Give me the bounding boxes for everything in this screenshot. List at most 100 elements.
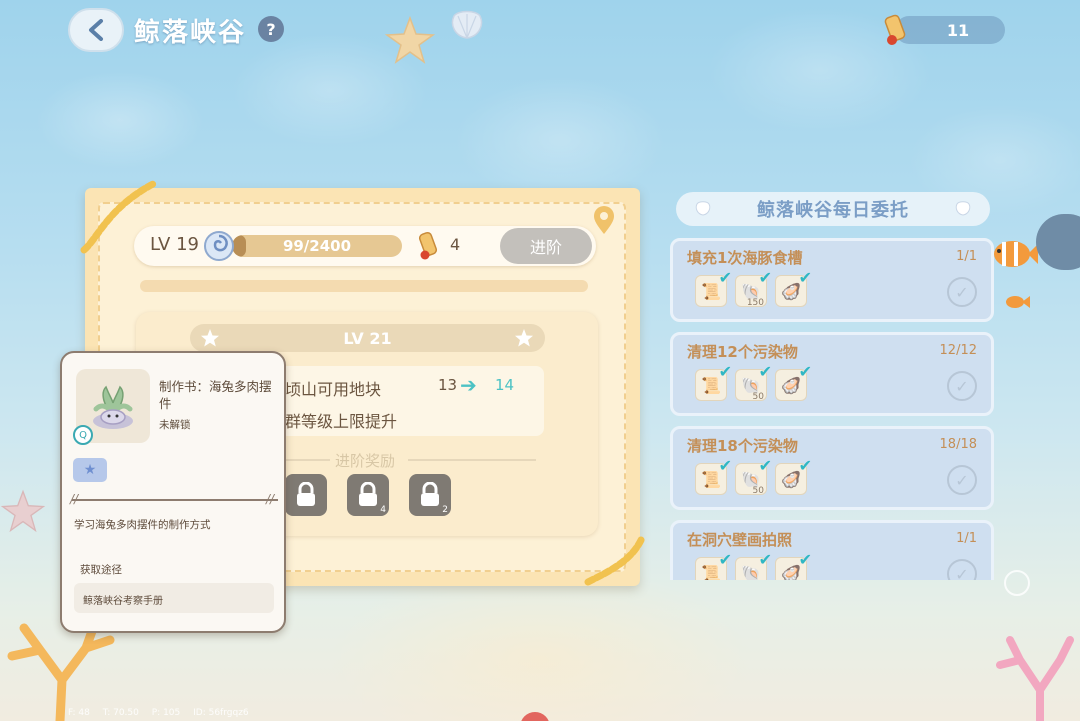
advance-button[interactable]: 进阶 bbox=[500, 228, 592, 264]
complete-check-icon: ✓ bbox=[947, 559, 977, 580]
quest-progress: 1/1 bbox=[956, 531, 977, 546]
quest-list-title: 鲸落峡谷每日委托 bbox=[757, 200, 909, 221]
back-button[interactable] bbox=[68, 8, 124, 52]
starfish-left-icon bbox=[0, 489, 46, 533]
item-description: 学习海兔多肉摆件的制作方式 bbox=[74, 519, 211, 531]
scroll-count: 4 bbox=[450, 235, 461, 254]
quest-card[interactable]: 填充1次海豚食槽 1/1 📜 ✔ 🐚 ✔ 150 🦪 ✔ ✓ bbox=[670, 238, 994, 322]
tooltip-divider bbox=[72, 499, 278, 501]
complete-check-icon: ✓ bbox=[947, 465, 977, 495]
quest-reward[interactable]: 🦪 ✔ bbox=[775, 456, 812, 495]
quest-name: 清理18个污染物 bbox=[687, 437, 798, 455]
star-tag-icon: ★ bbox=[73, 458, 107, 482]
source-entry-text: 鲸落峡谷考察手册 bbox=[83, 596, 163, 607]
check-icon: ✔ bbox=[798, 362, 812, 381]
check-icon: ✔ bbox=[718, 550, 732, 569]
scroll-currency-count: 11 bbox=[946, 20, 970, 40]
item-name: 制作书：海兔多肉摆件 bbox=[159, 379, 272, 411]
rope-decoration-right-icon bbox=[584, 534, 646, 586]
quest-reward[interactable]: 🦪 ✔ bbox=[775, 362, 812, 401]
quest-reward[interactable]: 🦪 ✔ bbox=[775, 550, 812, 580]
rock-decoration bbox=[1036, 214, 1080, 270]
scroll-currency-icon bbox=[884, 14, 906, 45]
clownfish-icon bbox=[994, 241, 1038, 267]
check-icon: ✔ bbox=[758, 456, 772, 475]
quest-reward[interactable]: 📜 ✔ bbox=[695, 362, 732, 401]
quest-card[interactable]: 清理12个污染物 12/12 📜 ✔ 🐚 ✔ 50 🦪 ✔ ✓ bbox=[670, 332, 994, 416]
arrow-right-icon: ➔ bbox=[460, 373, 477, 397]
quest-reward[interactable]: 📜 ✔ bbox=[695, 268, 732, 307]
check-icon: ✔ bbox=[758, 268, 772, 287]
rewards-title: 进阶奖励 bbox=[335, 452, 396, 470]
starfish-icon bbox=[384, 15, 436, 64]
star-left-icon bbox=[201, 329, 219, 347]
shell-exp-icon bbox=[204, 231, 234, 261]
source-title: 获取途径 bbox=[80, 564, 122, 576]
debug-info: F: 48 T: 70.50 P: 105 ID: 56frgqz6 bbox=[68, 708, 259, 718]
upgrade-from-value: 13 bbox=[438, 376, 458, 394]
reward-count: 50 bbox=[752, 486, 764, 496]
chevron-left-icon bbox=[89, 19, 103, 41]
rewards-divider-right bbox=[408, 459, 536, 461]
debug-p: P: 105 bbox=[151, 708, 181, 718]
rewards-divider-left bbox=[282, 459, 330, 461]
reward-slot[interactable] bbox=[285, 474, 327, 516]
map-pin-icon bbox=[594, 206, 614, 234]
reward-slot[interactable]: 4 bbox=[347, 474, 389, 516]
shell-right-icon bbox=[955, 201, 971, 216]
reward-count: 2 bbox=[442, 505, 448, 515]
help-button[interactable]: ? bbox=[258, 16, 284, 42]
exp-text: 99/2400 bbox=[282, 237, 352, 255]
reward-count: 4 bbox=[380, 505, 386, 515]
quest-progress: 1/1 bbox=[956, 249, 977, 264]
upgrade-item-1: 顷山可用地块 bbox=[285, 380, 382, 399]
shell-decoration-icon bbox=[451, 10, 483, 39]
scroll-icon bbox=[418, 231, 438, 260]
quest-reward[interactable]: 🐚 ✔ 50 bbox=[735, 456, 772, 496]
complete-check-icon: ✓ bbox=[947, 277, 977, 307]
quest-reward[interactable]: 🦪 ✔ bbox=[775, 268, 812, 307]
quest-reward[interactable]: 📜 ✔ bbox=[695, 550, 732, 580]
divider-mark-right: // bbox=[266, 492, 275, 506]
lock-icon bbox=[297, 482, 315, 506]
bottom-menu-icon[interactable] bbox=[520, 712, 550, 721]
check-icon: ✔ bbox=[718, 268, 732, 287]
bubble-decoration bbox=[1004, 570, 1030, 596]
panel-divider bbox=[140, 280, 588, 292]
upgrade-to-value: 14 bbox=[495, 376, 515, 394]
quest-list-header: 鲸落峡谷每日委托 bbox=[676, 192, 990, 226]
current-level: LV 19 bbox=[150, 234, 199, 255]
upgrade-item-2: 群等级上限提升 bbox=[285, 412, 398, 431]
next-level-banner: LV 21 bbox=[190, 324, 545, 352]
quest-list[interactable]: 填充1次海豚食槽 1/1 📜 ✔ 🐚 ✔ 150 🦪 ✔ ✓ 清理12个污染物 12/1… bbox=[670, 238, 995, 580]
quest-progress: 12/12 bbox=[939, 343, 977, 358]
check-icon: ✔ bbox=[758, 362, 772, 381]
check-icon: ✔ bbox=[798, 268, 812, 287]
quest-progress: 18/18 bbox=[939, 437, 977, 452]
quest-name: 填充1次海豚食槽 bbox=[687, 249, 803, 267]
quest-card[interactable]: 清理18个污染物 18/18 📜 ✔ 🐚 ✔ 50 🦪 ✔ ✓ bbox=[670, 426, 994, 510]
quest-reward[interactable]: 🐚 ✔ 150 bbox=[735, 268, 772, 308]
debug-id: ID: 56frgqz6 bbox=[193, 708, 249, 718]
reward-count: 150 bbox=[746, 298, 764, 308]
check-icon: ✔ bbox=[718, 456, 732, 475]
reward-count: 50 bbox=[752, 392, 764, 402]
page-title: 鲸落峡谷 bbox=[134, 18, 247, 48]
quest-name: 在洞穴壁画拍照 bbox=[687, 531, 793, 549]
quest-card[interactable]: 在洞穴壁画拍照 1/1 📜 ✔ 🐚 ✔ 🦪 ✔ ✓ bbox=[670, 520, 994, 580]
star-right-icon bbox=[515, 329, 533, 347]
lock-icon bbox=[421, 482, 439, 506]
coral-right-icon bbox=[996, 636, 1074, 721]
quest-reward[interactable]: 📜 ✔ bbox=[695, 456, 732, 495]
complete-check-icon: ✓ bbox=[947, 371, 977, 401]
reward-slot[interactable]: 2 bbox=[409, 474, 451, 516]
quest-reward[interactable]: 🐚 ✔ 50 bbox=[735, 362, 772, 402]
shell-left-icon bbox=[695, 201, 711, 216]
check-icon: ✔ bbox=[798, 550, 812, 569]
debug-t: T: 70.50 bbox=[102, 708, 139, 718]
debug-f: F: 48 bbox=[68, 708, 90, 718]
magnifier-icon[interactable]: Q bbox=[73, 425, 93, 445]
quest-reward[interactable]: 🐚 ✔ bbox=[735, 550, 772, 580]
next-level-label: LV 21 bbox=[343, 328, 392, 348]
check-icon: ✔ bbox=[798, 456, 812, 475]
